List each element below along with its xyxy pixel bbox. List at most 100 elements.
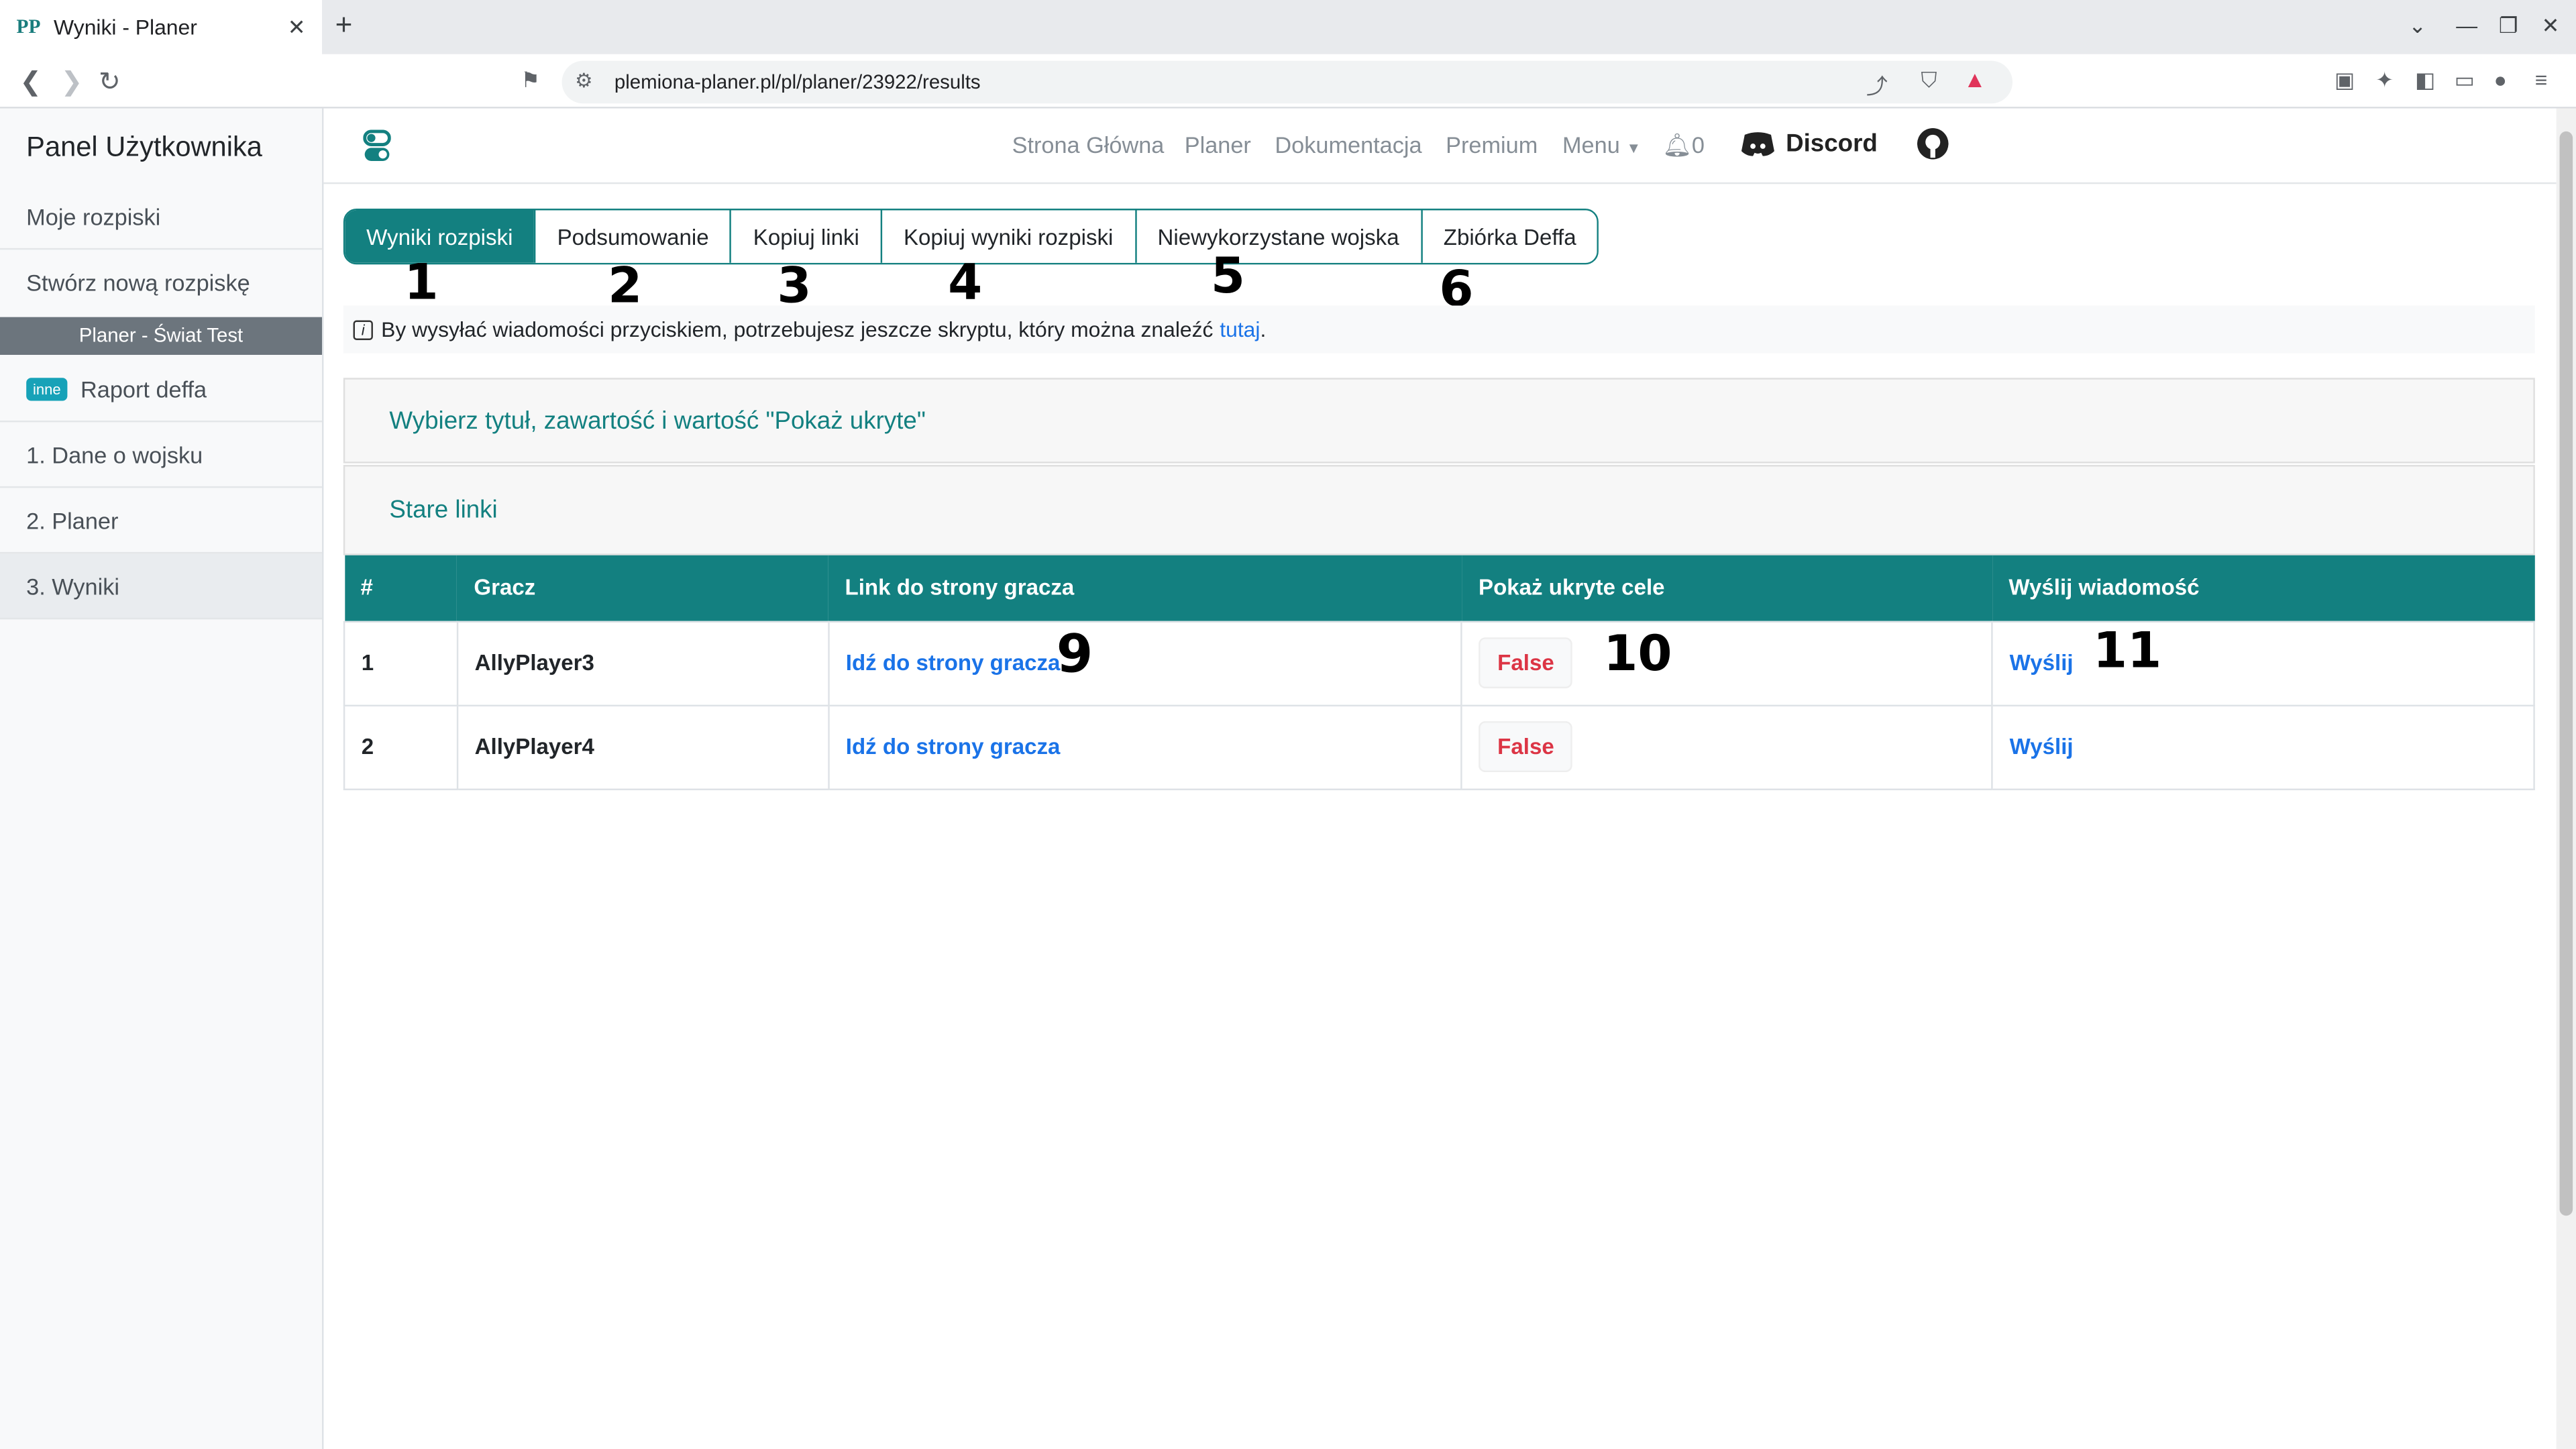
discord-label: Discord bbox=[1786, 129, 1878, 158]
player-name: AllyPlayer4 bbox=[458, 705, 828, 789]
row-number: 2 bbox=[344, 705, 458, 789]
send-message-link[interactable]: Wyślij bbox=[2010, 735, 2074, 759]
column-header: Pokaż ukryte cele bbox=[1462, 555, 1992, 621]
sidebar-section-header: Planer - Świat Test bbox=[0, 317, 322, 355]
sidebar-item-raport[interactable]: inne Raport deffa bbox=[0, 356, 322, 422]
annotation-number: 5 bbox=[1211, 253, 1245, 302]
sidebar: Panel Użytkownika Moje rozpiski Stwórz n… bbox=[0, 109, 323, 1449]
site-favicon: PP bbox=[16, 15, 40, 40]
send-cell: Wyślij bbox=[1992, 705, 2534, 789]
hidden-targets-toggle[interactable]: False bbox=[1479, 721, 1572, 772]
player-page-link[interactable]: Idź do strony gracza bbox=[846, 735, 1061, 759]
tab-unused-troops[interactable]: Niewykorzystane wojska bbox=[1134, 210, 1420, 262]
bell-icon: 🔔︎ bbox=[1662, 131, 1692, 158]
player-page-link[interactable]: Idź do strony gracza bbox=[846, 651, 1061, 676]
wallet-icon[interactable]: ▭ bbox=[2455, 67, 2475, 93]
puzzle-icon[interactable]: ✦ bbox=[2375, 67, 2394, 93]
sidebar-item-results[interactable]: 3. Wyniki bbox=[0, 553, 322, 619]
window-close-icon[interactable]: ✕ bbox=[2542, 13, 2560, 40]
sidebar-item-label: Moje rozpiski bbox=[26, 203, 160, 229]
vpn-icon[interactable]: ● bbox=[2494, 67, 2507, 92]
caret-down-icon: ▼ bbox=[1626, 140, 1641, 156]
sidebar-item-label: 3. Wyniki bbox=[26, 572, 119, 598]
notifications[interactable]: 🔔︎0 bbox=[1662, 131, 1705, 160]
panel-title: Stare linki bbox=[389, 496, 497, 525]
annotation-number: 1 bbox=[404, 260, 438, 309]
sidebar-item-new-plan[interactable]: Stwórz nową rozpiskę bbox=[0, 250, 322, 315]
player-link-cell: Idź do strony gracza bbox=[828, 621, 1462, 705]
extension-icon[interactable]: ▣ bbox=[2334, 67, 2355, 93]
sidebar-item-planner[interactable]: 2. Planer bbox=[0, 488, 322, 553]
old-links-panel[interactable]: Stare linki bbox=[343, 465, 2535, 555]
column-header: Wyślij wiadomość bbox=[1992, 555, 2534, 621]
brave-rewards-icon[interactable]: ▲ bbox=[1964, 66, 1986, 92]
tab-summary[interactable]: Podsumowanie bbox=[534, 210, 730, 262]
column-header: # bbox=[344, 555, 458, 621]
sidebar-item-label: 2. Planer bbox=[26, 507, 118, 533]
annotation-number: 4 bbox=[948, 260, 982, 309]
sidebar-item-my-plans[interactable]: Moje rozpiski bbox=[0, 184, 322, 250]
browser-tabstrip: PP Wyniki - Planer ✕ + ⌄ — ❐ ✕ bbox=[0, 0, 2576, 54]
hidden-targets-cell: False bbox=[1462, 621, 1992, 705]
results-table: # Gracz Link do strony gracza Pokaż ukry… bbox=[343, 555, 2535, 790]
tab-results[interactable]: Wyniki rozpiski bbox=[345, 210, 534, 262]
site-info-icon[interactable]: ⚙ bbox=[575, 69, 592, 92]
nav-menu-dropdown[interactable]: Menu ▼ bbox=[1562, 131, 1641, 158]
nav-home[interactable]: Strona Główna bbox=[1012, 131, 1165, 158]
column-header: Link do strony gracza bbox=[828, 555, 1462, 621]
brave-shield-icon[interactable]: ⛉ bbox=[1921, 67, 1937, 93]
sidebar-title: Panel Użytkownika bbox=[26, 131, 262, 164]
script-link[interactable]: tutaj bbox=[1220, 317, 1260, 342]
forward-icon[interactable]: ❯ bbox=[61, 66, 83, 99]
nav-docs[interactable]: Dokumentacja bbox=[1275, 131, 1421, 158]
address-bar[interactable]: ⚙ plemiona-planer.pl/pl/planer/23922/res… bbox=[562, 61, 2012, 104]
sidebar-item-label: Raport deffa bbox=[80, 376, 207, 402]
nav-premium[interactable]: Premium bbox=[1446, 131, 1538, 158]
browser-toolbar: ❮ ❯ ↻ ⚑ ⚙ plemiona-planer.pl/pl/planer/2… bbox=[0, 54, 2576, 109]
tab-copy-results[interactable]: Kopiuj wyniki rozpiski bbox=[881, 210, 1134, 262]
minimize-icon[interactable]: — bbox=[2456, 13, 2477, 38]
discord-link[interactable]: Discord bbox=[1739, 129, 1877, 158]
panel-title: Wybierz tytuł, zawartość i wartość "Poka… bbox=[389, 407, 925, 435]
bookmark-icon[interactable]: ⚑ bbox=[521, 67, 540, 93]
reload-icon[interactable]: ↻ bbox=[99, 66, 121, 99]
table-header-row: # Gracz Link do strony gracza Pokaż ukry… bbox=[344, 555, 2534, 621]
annotation-number: 2 bbox=[608, 263, 642, 312]
info-message: i By wysyłać wiadomości przyciskiem, pot… bbox=[343, 306, 2535, 354]
column-header: Gracz bbox=[458, 555, 828, 621]
send-message-link[interactable]: Wyślij bbox=[2010, 651, 2074, 676]
back-icon[interactable]: ❮ bbox=[19, 66, 42, 99]
table-row: 1 AllyPlayer3 Idź do strony gracza False… bbox=[344, 621, 2534, 705]
sidebar-icon[interactable]: ◧ bbox=[2415, 67, 2435, 93]
player-name: AllyPlayer3 bbox=[458, 621, 828, 705]
scrollbar-thumb[interactable] bbox=[2560, 131, 2573, 1216]
tab-list-icon[interactable]: ⌄ bbox=[2408, 13, 2426, 40]
nav-menu-label: Menu bbox=[1562, 131, 1620, 158]
top-navbar: Strona Główna Planer Dokumentacja Premiu… bbox=[323, 109, 2556, 184]
github-icon[interactable] bbox=[1917, 128, 1949, 160]
player-link-cell: Idź do strony gracza bbox=[828, 705, 1462, 789]
tab-deff-collection[interactable]: Zbiórka Deffa bbox=[1420, 210, 1597, 262]
send-cell: Wyślij bbox=[1992, 621, 2534, 705]
hidden-targets-cell: False bbox=[1462, 705, 1992, 789]
choose-title-panel[interactable]: Wybierz tytuł, zawartość i wartość "Poka… bbox=[343, 378, 2535, 463]
app-logo-icon[interactable] bbox=[363, 129, 391, 162]
menu-icon[interactable]: ≡ bbox=[2535, 67, 2548, 92]
sidebar-item-label: Stwórz nową rozpiskę bbox=[26, 270, 250, 296]
inne-badge: inne bbox=[26, 377, 67, 400]
browser-tab[interactable]: PP Wyniki - Planer ✕ bbox=[0, 0, 322, 54]
new-tab-icon[interactable]: + bbox=[335, 8, 353, 42]
close-tab-icon[interactable]: ✕ bbox=[288, 15, 306, 41]
nav-planner[interactable]: Planer bbox=[1185, 131, 1251, 158]
browser-tab-title: Wyniki - Planer bbox=[54, 15, 197, 40]
table-row: 2 AllyPlayer4 Idź do strony gracza False… bbox=[344, 705, 2534, 789]
discord-icon bbox=[1739, 131, 1776, 157]
share-icon[interactable]: ⤴ bbox=[1866, 69, 1888, 101]
annotation-number: 3 bbox=[777, 263, 811, 312]
restore-icon[interactable]: ❐ bbox=[2499, 13, 2518, 40]
hidden-targets-toggle[interactable]: False bbox=[1479, 637, 1572, 688]
sidebar-item-label: 1. Dane o wojsku bbox=[26, 441, 203, 468]
tab-copy-links[interactable]: Kopiuj linki bbox=[731, 210, 881, 262]
row-number: 1 bbox=[344, 621, 458, 705]
sidebar-item-army-data[interactable]: 1. Dane o wojsku bbox=[0, 422, 322, 488]
